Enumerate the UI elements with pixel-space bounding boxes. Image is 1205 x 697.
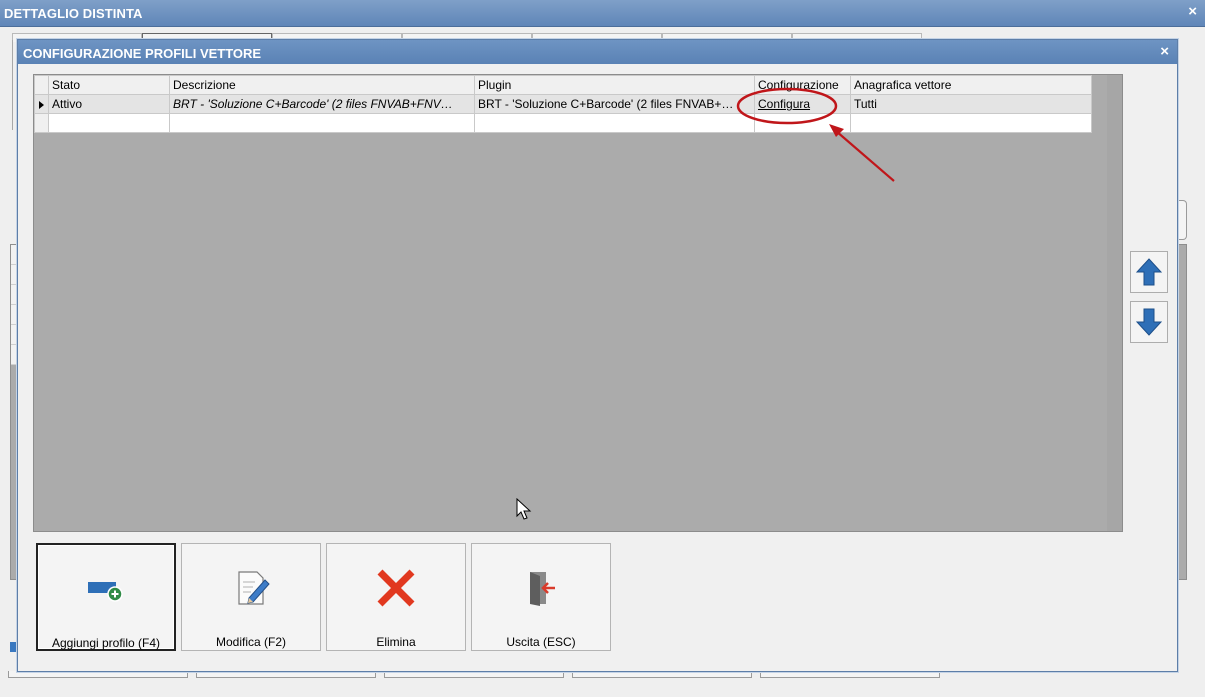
new-row-indicator (34, 113, 49, 133)
outer-window-title: DETTAGLIO DISTINTA (4, 6, 143, 21)
cell-configurazione: Configura (754, 94, 851, 114)
cell-empty[interactable] (754, 113, 851, 133)
cell-empty[interactable] (48, 113, 170, 133)
table-row[interactable]: Attivo BRT - 'Soluzione C+Barcode' (2 fi… (34, 94, 1092, 114)
current-row-indicator-icon (34, 94, 49, 114)
exit-door-icon (530, 572, 555, 606)
column-header-anagrafica[interactable]: Anagrafica vettore (850, 75, 1092, 95)
profiles-grid[interactable]: Stato Descrizione Plugin Configurazione … (33, 74, 1123, 532)
exit-button[interactable]: Uscita (ESC) (471, 543, 611, 651)
cell-empty[interactable] (169, 113, 475, 133)
outer-close-icon[interactable]: × (1188, 3, 1197, 20)
delete-label: Elimina (376, 635, 416, 649)
edit-label: Modifica (F2) (215, 635, 286, 649)
column-header-stato[interactable]: Stato (48, 75, 170, 95)
dialog-titlebar: CONFIGURAZIONE PROFILI VETTORE × (18, 40, 1177, 64)
cell-stato[interactable]: Attivo (48, 94, 170, 114)
delete-x-icon (377, 569, 415, 607)
bg-button (384, 671, 564, 678)
config-profiles-dialog: CONFIGURAZIONE PROFILI VETTORE × Stato D… (17, 39, 1178, 672)
table-header-row: Stato Descrizione Plugin Configurazione … (34, 75, 1092, 95)
bg-divider (12, 40, 13, 130)
row-indicator-header (34, 75, 49, 95)
mouse-cursor-icon (516, 498, 532, 520)
dialog-close-icon[interactable]: × (1160, 43, 1169, 60)
table-row-new[interactable] (34, 113, 1092, 133)
move-up-button[interactable] (1130, 251, 1168, 293)
arrow-down-icon (1136, 308, 1162, 336)
cell-anagrafica[interactable]: Tutti (850, 94, 1092, 114)
bg-button (196, 671, 376, 678)
add-profile-icon (88, 582, 123, 602)
cell-empty[interactable] (850, 113, 1092, 133)
dialog-title: CONFIGURAZIONE PROFILI VETTORE (23, 46, 262, 61)
configura-link[interactable]: Configura (758, 97, 810, 111)
add-profile-label: Aggiungi profilo (F4) (51, 636, 161, 650)
column-header-plugin[interactable]: Plugin (474, 75, 755, 95)
edit-button[interactable]: Modifica (F2) (181, 543, 321, 651)
cell-empty[interactable] (474, 113, 755, 133)
delete-button[interactable]: Elimina (326, 543, 466, 651)
move-down-button[interactable] (1130, 301, 1168, 343)
column-header-configurazione[interactable]: Configurazione (754, 75, 851, 95)
outer-window-titlebar: DETTAGLIO DISTINTA × (0, 0, 1205, 27)
bg-button (760, 671, 940, 678)
bg-button (8, 671, 188, 678)
edit-icon (238, 571, 270, 605)
column-header-descrizione[interactable]: Descrizione (169, 75, 475, 95)
arrow-up-icon (1136, 258, 1162, 286)
grid-scrollbar[interactable] (1107, 75, 1122, 531)
bg-button (572, 671, 752, 678)
cell-plugin[interactable]: BRT - 'Soluzione C+Barcode' (2 files FNV… (474, 94, 755, 114)
add-profile-button[interactable]: Aggiungi profilo (F4) (36, 543, 176, 651)
cell-descrizione[interactable]: BRT - 'Soluzione C+Barcode' (2 files FNV… (169, 94, 475, 114)
exit-label: Uscita (ESC) (506, 635, 576, 649)
profiles-table: Stato Descrizione Plugin Configurazione … (34, 75, 1092, 133)
